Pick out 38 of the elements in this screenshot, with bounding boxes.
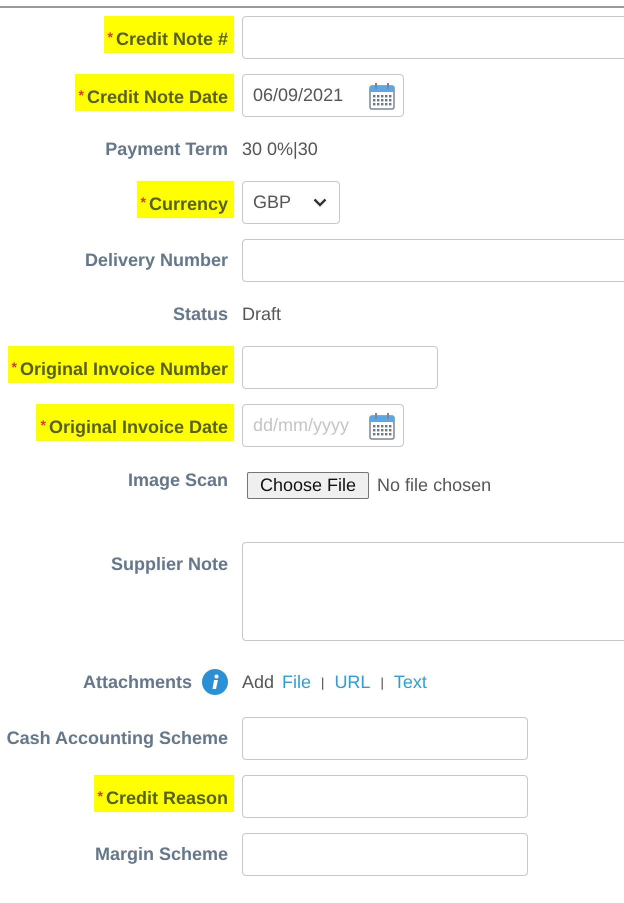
input-field[interactable]: [242, 239, 624, 282]
info-icon[interactable]: [202, 669, 228, 695]
field-label: Image Scan: [128, 469, 228, 492]
field-label: Delivery Number: [84, 249, 228, 272]
date-field[interactable]: dd/mm/yyyy: [242, 404, 404, 447]
chevron-down-icon: [313, 198, 327, 207]
field-label: $^{*}$ Original Invoice Date: [36, 404, 234, 441]
field-label: $^{*}$ Original Invoice Number: [8, 346, 234, 383]
choose-file-button[interactable]: Choose File: [247, 472, 370, 498]
calendar-icon[interactable]: [369, 412, 395, 440]
field-value: 30 0%|30: [242, 139, 318, 160]
link-separator: |: [380, 674, 384, 690]
field-label: Margin Scheme: [94, 843, 228, 866]
field-label: Payment Term: [105, 138, 228, 161]
field-label: Supplier Note: [110, 553, 228, 576]
field-label: $^{*}$ Credit Reason: [94, 775, 234, 812]
attachment-link[interactable]: File: [282, 672, 312, 692]
calendar-icon[interactable]: [369, 82, 395, 110]
link-separator: |: [321, 674, 324, 690]
attachment-link[interactable]: URL: [334, 672, 370, 692]
input-field[interactable]: [242, 346, 438, 389]
input-field[interactable]: [242, 833, 528, 876]
field-label: $^{*}$ Currency: [136, 181, 234, 218]
attachment-link[interactable]: Text: [394, 672, 427, 692]
field-value: Draft: [242, 304, 282, 325]
field-label: $^{*}$ Credit Note #: [104, 16, 234, 53]
field-label: Cash Accounting Scheme: [6, 727, 228, 750]
input-field[interactable]: [242, 717, 528, 760]
file-status: No file chosen: [377, 474, 492, 496]
field-label: Attachments: [82, 671, 192, 694]
input-field[interactable]: [242, 775, 528, 818]
currency-select[interactable]: GBP: [242, 181, 340, 224]
input-field[interactable]: [242, 16, 624, 59]
note-field[interactable]: [242, 542, 624, 641]
field-label: Status: [172, 303, 228, 326]
field-label: $^{*}$ Credit Note Date: [74, 74, 234, 111]
add-text: Add: [242, 672, 274, 692]
date-field[interactable]: 06/09/2021: [242, 74, 404, 117]
